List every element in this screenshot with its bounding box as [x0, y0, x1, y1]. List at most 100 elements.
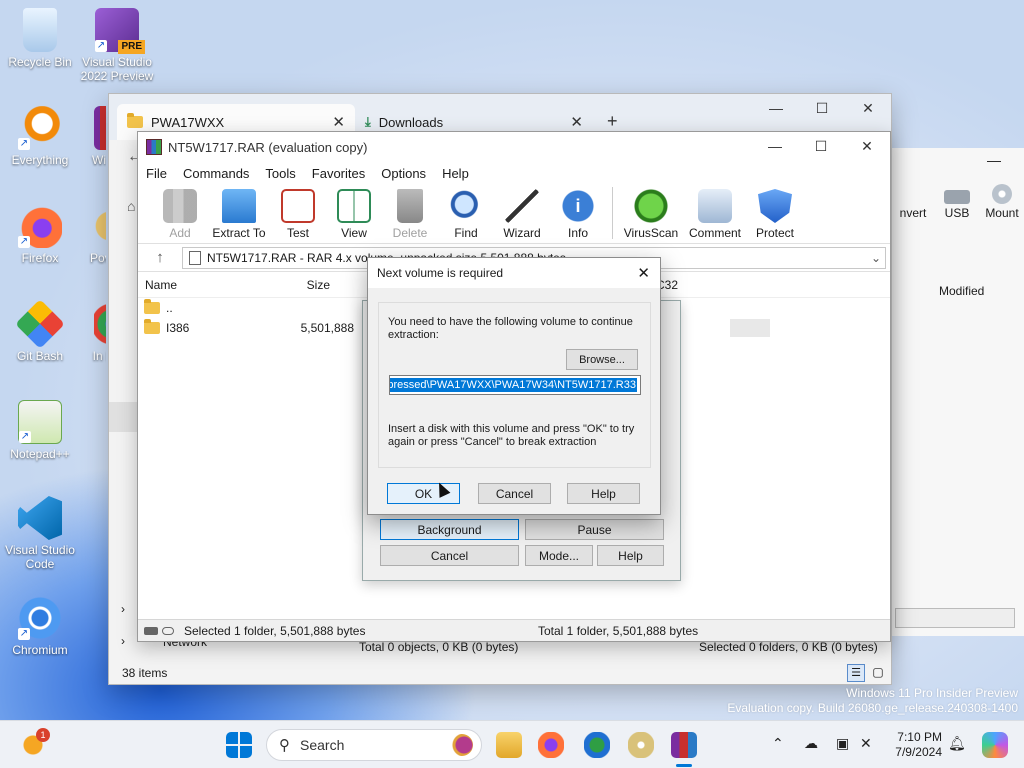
menu-commands[interactable]: Commands: [183, 166, 257, 181]
volume-instruction: Insert a disk with this volume and press…: [388, 423, 635, 448]
file-explorer-taskbar-icon[interactable]: [496, 732, 522, 758]
recycle-bin-icon: [23, 8, 57, 52]
desktop-icon-recycle-bin[interactable]: Recycle Bin: [0, 8, 80, 69]
info-button[interactable]: i Info: [550, 189, 606, 243]
mode-button[interactable]: Mode...: [525, 545, 593, 566]
convert-button[interactable]: nvert: [891, 176, 935, 246]
close-icon[interactable]: ✕: [845, 100, 891, 117]
add-button[interactable]: Add: [152, 189, 208, 243]
cancel-button[interactable]: Cancel: [478, 483, 551, 504]
chevron-down-icon[interactable]: ⌄: [871, 251, 885, 265]
file-size: 5,501,888: [300, 321, 354, 335]
close-tab-icon[interactable]: ✕: [570, 113, 583, 131]
minimize-icon[interactable]: —: [752, 138, 798, 155]
taskbar-search-box[interactable]: ⚲ Search: [266, 729, 482, 761]
clock-date: 7/9/2024: [895, 745, 942, 759]
window-controls: — ☐ ✕: [753, 100, 891, 117]
internet-download-taskbar-icon[interactable]: [584, 732, 610, 758]
comment-button[interactable]: Comment: [683, 189, 747, 243]
tool-label: View: [341, 226, 367, 240]
extract-to-button[interactable]: Extract To: [208, 189, 270, 243]
active-app-indicator: [676, 764, 692, 767]
new-tab-button[interactable]: +: [607, 111, 618, 132]
menu-bar: File Commands Tools Favorites Options He…: [138, 162, 890, 184]
desktop-icon-winrar[interactable]: Wi: [62, 106, 106, 167]
desktop-icon-chromium[interactable]: ↗ Chromium: [0, 596, 80, 657]
nav-home-icon[interactable]: ⌂: [127, 198, 135, 214]
close-tab-icon[interactable]: ✕: [332, 113, 345, 131]
desktop-icon-powershell[interactable]: Pov: [62, 204, 106, 265]
powershell-icon: [94, 204, 106, 248]
menu-favorites[interactable]: Favorites: [312, 166, 373, 181]
tool-label: Protect: [755, 226, 794, 240]
bell-icon[interactable]: 🔔︎: [948, 735, 966, 752]
pause-button[interactable]: Pause: [525, 519, 664, 540]
desktop-icon-vscode[interactable]: Visual Studio Code: [0, 496, 80, 571]
usb-label: USB: [944, 206, 970, 220]
display-icon[interactable]: ▣: [836, 735, 849, 752]
wizard-button[interactable]: Wizard: [494, 189, 550, 243]
explorer-status-selected: Selected 0 folders, 0 KB (0 bytes): [699, 640, 878, 654]
weather-widget-icon[interactable]: 1: [20, 728, 50, 758]
desktop-icon-internet-download[interactable]: In Do: [62, 302, 106, 363]
view-button[interactable]: View: [326, 189, 382, 243]
tool-label: Delete: [392, 226, 428, 240]
clock[interactable]: 7:10 PM 7/9/2024: [882, 730, 942, 760]
winrar-toolbar: Add Extract To Test View Delete Find Wiz…: [138, 184, 890, 244]
details-view-icon[interactable]: ☰: [847, 664, 865, 682]
browse-button[interactable]: Browse...: [566, 349, 638, 370]
up-arrow-icon[interactable]: ↑: [138, 249, 182, 266]
status-total: Total 1 folder, 5,501,888 bytes: [538, 623, 699, 638]
tool-label: Wizard: [503, 226, 541, 240]
firefox-taskbar-icon[interactable]: [538, 732, 564, 758]
desktop-icon-label: Chromium: [12, 643, 68, 657]
network-off-icon[interactable]: ☁: [804, 735, 818, 752]
protect-button[interactable]: Protect: [747, 189, 803, 243]
desktop-icon-label: Visual Studio 2022 Preview: [80, 55, 154, 83]
column-modified[interactable]: Modified: [939, 284, 984, 298]
usb-button[interactable]: USB: [935, 176, 979, 246]
ok-button[interactable]: OK: [387, 483, 460, 504]
progress-help-button[interactable]: Help: [597, 545, 664, 566]
test-button[interactable]: Test: [270, 189, 326, 243]
tab-label: PWA17WXX: [151, 114, 225, 130]
desktop-icon-visual-studio-2022[interactable]: PRE ↗ Visual Studio 2022 Preview: [77, 8, 157, 83]
find-button[interactable]: Find: [438, 189, 494, 243]
chevron-right-icon[interactable]: ›: [121, 634, 125, 648]
close-icon[interactable]: ✕: [844, 138, 890, 155]
minimize-icon[interactable]: —: [987, 152, 1001, 168]
column-size[interactable]: Size: [258, 278, 332, 292]
disc-taskbar-icon[interactable]: [628, 732, 654, 758]
volume-path-input[interactable]: pressed\PWA17WXX\PWA17W34\NT5W1717.R33: [389, 375, 641, 395]
tool-label: Comment: [688, 226, 741, 240]
tiles-view-icon[interactable]: ▢: [869, 664, 887, 682]
column-name[interactable]: Name: [138, 278, 258, 292]
menu-file[interactable]: File: [146, 166, 175, 181]
help-button[interactable]: Help: [567, 483, 640, 504]
maximize-icon[interactable]: ☐: [799, 100, 845, 117]
progress-cancel-button[interactable]: Cancel: [380, 545, 519, 566]
minimize-icon[interactable]: —: [753, 100, 799, 117]
close-icon[interactable]: ✕: [637, 264, 650, 282]
copilot-icon[interactable]: [982, 732, 1008, 758]
explorer-status-total: Total 0 objects, 0 KB (0 bytes): [359, 640, 519, 654]
speaker-muted-icon[interactable]: ✕: [860, 735, 872, 752]
chevron-up-icon[interactable]: ⌃: [772, 735, 784, 752]
start-button[interactable]: [226, 732, 252, 758]
bg-scrollbar[interactable]: [895, 608, 1015, 628]
virusscan-button[interactable]: VirusScan: [619, 189, 683, 243]
delete-button[interactable]: Delete: [382, 189, 438, 243]
book-view-icon: [337, 189, 371, 223]
winrar-taskbar-icon[interactable]: [671, 732, 697, 758]
desktop-icon-notepad-plus-plus[interactable]: ↗ Notepad++: [0, 400, 80, 461]
menu-options[interactable]: Options: [381, 166, 434, 181]
menu-help[interactable]: Help: [442, 166, 477, 181]
mount-button[interactable]: Mount: [979, 176, 1024, 246]
tool-label: Find: [454, 226, 478, 240]
chevron-right-icon[interactable]: ›: [121, 602, 125, 616]
file-name: ..: [166, 301, 173, 315]
background-button[interactable]: Background: [380, 519, 519, 540]
maximize-icon[interactable]: ☐: [798, 138, 844, 155]
menu-tools[interactable]: Tools: [265, 166, 303, 181]
tool-label: Test: [286, 226, 309, 240]
